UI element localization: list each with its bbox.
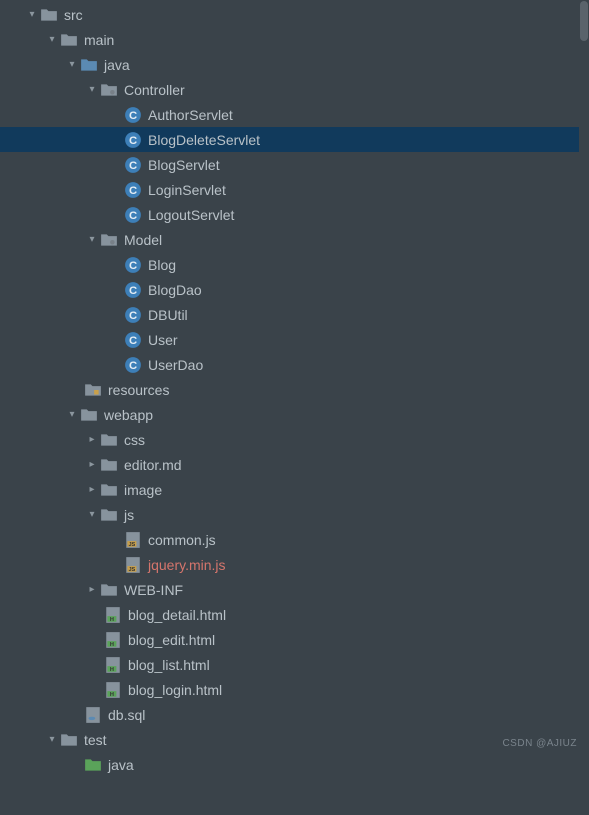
label-java2: java [108,757,134,773]
class-logoutservlet[interactable]: LogoutServlet [0,202,589,227]
label-authorservlet: AuthorServlet [148,107,233,123]
label-loginservlet: LoginServlet [148,182,226,198]
folder-js[interactable]: ▾js [0,502,589,527]
folder-icon [40,6,58,24]
label-commonjs: common.js [148,532,216,548]
folder-java-main[interactable]: ▾java [0,52,589,77]
label-bloglogin: blog_login.html [128,682,222,698]
folder-webinf[interactable]: ▸ WEB-INF [0,577,589,602]
package-icon [100,81,118,99]
label-logoutservlet: LogoutServlet [148,207,234,223]
chevron-down-icon: ▾ [84,84,100,95]
class-blog[interactable]: Blog [0,252,589,277]
folder-java-test[interactable]: java [0,752,589,777]
file-commonjs[interactable]: common.js [0,527,589,552]
chevron-down-icon: ▾ [64,409,80,420]
label-dbutil: DBUtil [148,307,188,323]
chevron-down-icon: ▾ [64,59,80,70]
chevron-right-icon: ▸ [84,484,100,495]
html-file-icon [104,681,122,699]
source-folder-icon [80,56,98,74]
chevron-down-icon: ▾ [24,9,40,20]
folder-icon [80,406,98,424]
label-blogdetail: blog_detail.html [128,607,226,623]
label-userdao: UserDao [148,357,203,373]
sql-file-icon [84,706,102,724]
chevron-right-icon: ▸ [84,459,100,470]
file-jquerymin[interactable]: jquery.min.js [0,552,589,577]
class-blogdao[interactable]: BlogDao [0,277,589,302]
label-blogedit: blog_edit.html [128,632,215,648]
chevron-down-icon: ▾ [84,234,100,245]
test-source-folder-icon [84,756,102,774]
project-tree[interactable]: ▾src ▾main ▾java ▾Controller AuthorServl… [0,0,589,777]
label-blogdeleteservlet: BlogDeleteServlet [148,132,260,148]
label-css: css [124,432,145,448]
package-model[interactable]: ▾Model [0,227,589,252]
class-loginservlet[interactable]: LoginServlet [0,177,589,202]
watermark: CSDN @AJIUZ [502,738,577,749]
scrollbar-thumb[interactable] [580,1,588,41]
js-file-icon [124,556,142,574]
chevron-right-icon: ▸ [84,584,100,595]
label-jquerymin: jquery.min.js [148,557,226,573]
chevron-down-icon: ▾ [44,734,60,745]
chevron-right-icon: ▸ [84,434,100,445]
class-icon [124,356,142,374]
package-icon [100,231,118,249]
label-user: User [148,332,178,348]
label-blog: Blog [148,257,176,273]
folder-icon [60,31,78,49]
label-test: test [84,732,107,748]
folder-icon [60,731,78,749]
class-blogservlet[interactable]: BlogServlet [0,152,589,177]
vertical-scrollbar[interactable] [579,0,589,761]
chevron-down-icon: ▾ [84,509,100,520]
file-dbsql[interactable]: db.sql [0,702,589,727]
label-bloglist: blog_list.html [128,657,210,673]
file-blogdetail[interactable]: blog_detail.html [0,602,589,627]
label-webinf: WEB-INF [124,582,183,598]
label-blogservlet: BlogServlet [148,157,220,173]
label-blogdao: BlogDao [148,282,202,298]
chevron-down-icon: ▾ [44,34,60,45]
label-dbsql: db.sql [108,707,145,723]
folder-webapp[interactable]: ▾webapp [0,402,589,427]
